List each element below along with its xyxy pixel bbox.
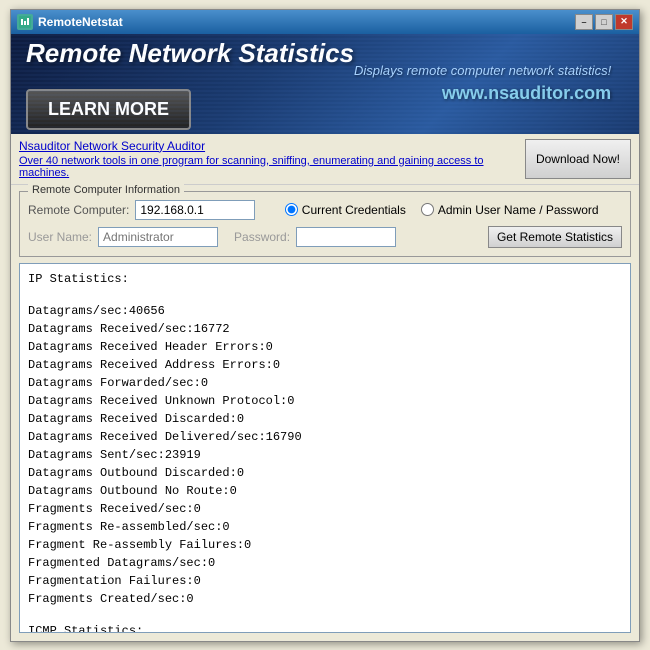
toolbar-area: Nsauditor Network Security Auditor Over … bbox=[11, 134, 639, 185]
stats-line: Fragment Re-assembly Failures:0 bbox=[28, 536, 622, 554]
admin-credentials-text: Admin User Name / Password bbox=[438, 203, 599, 217]
current-credentials-label[interactable]: Current Credentials bbox=[285, 203, 406, 217]
stats-line: Datagrams Sent/sec:23919 bbox=[28, 446, 622, 464]
current-credentials-text: Current Credentials bbox=[302, 203, 406, 217]
admin-credentials-label[interactable]: Admin User Name / Password bbox=[421, 203, 599, 217]
statistics-output[interactable]: IP Statistics:Datagrams/sec:40656Datagra… bbox=[19, 263, 631, 633]
content-area: Remote Computer Information Remote Compu… bbox=[11, 191, 639, 633]
admin-credentials-radio[interactable] bbox=[421, 203, 434, 216]
stats-line: Datagrams Outbound No Route:0 bbox=[28, 482, 622, 500]
remote-computer-label: Remote Computer: bbox=[28, 203, 129, 217]
stats-line: Datagrams Forwarded/sec:0 bbox=[28, 374, 622, 392]
stats-line: Datagrams Outbound Discarded:0 bbox=[28, 464, 622, 482]
stats-line: Fragments Created/sec:0 bbox=[28, 590, 622, 608]
stats-line: Datagrams Received Delivered/sec:16790 bbox=[28, 428, 622, 446]
toolbar-links: Nsauditor Network Security Auditor Over … bbox=[19, 139, 515, 179]
credentials-radio-group: Current Credentials Admin User Name / Pa… bbox=[261, 203, 622, 217]
banner-background bbox=[11, 34, 639, 134]
current-credentials-radio[interactable] bbox=[285, 203, 298, 216]
minimize-button[interactable]: – bbox=[575, 14, 593, 30]
password-label: Password: bbox=[234, 230, 290, 244]
get-remote-statistics-button[interactable]: Get Remote Statistics bbox=[488, 226, 622, 248]
banner: Remote Network Statistics LEARN MORE Dis… bbox=[11, 34, 639, 134]
stats-line: Fragmentation Failures:0 bbox=[28, 572, 622, 590]
stats-line: IP Statistics: bbox=[28, 270, 622, 288]
download-now-button[interactable]: Download Now! bbox=[525, 139, 631, 179]
password-input[interactable] bbox=[296, 227, 396, 247]
stats-line: ICMP Statistics: bbox=[28, 622, 622, 633]
window-title: RemoteNetstat bbox=[38, 15, 123, 29]
remote-computer-row: Remote Computer: Current Credentials Adm… bbox=[28, 200, 622, 220]
close-button[interactable]: ✕ bbox=[615, 14, 633, 30]
title-bar-left: RemoteNetstat bbox=[17, 14, 123, 30]
username-input[interactable] bbox=[98, 227, 218, 247]
stats-line: Fragmented Datagrams/sec:0 bbox=[28, 554, 622, 572]
username-label: User Name: bbox=[28, 230, 92, 244]
maximize-button[interactable]: □ bbox=[595, 14, 613, 30]
stats-line: Datagrams Received Unknown Protocol:0 bbox=[28, 392, 622, 410]
remote-computer-group: Remote Computer Information Remote Compu… bbox=[19, 191, 631, 257]
stats-line: Datagrams/sec:40656 bbox=[28, 302, 622, 320]
title-bar-controls: – □ ✕ bbox=[575, 14, 633, 30]
group-box-legend: Remote Computer Information bbox=[28, 184, 184, 196]
stats-line: Datagrams Received/sec:16772 bbox=[28, 320, 622, 338]
stats-line: Datagrams Received Address Errors:0 bbox=[28, 356, 622, 374]
title-bar: RemoteNetstat – □ ✕ bbox=[11, 10, 639, 34]
remote-computer-input[interactable] bbox=[135, 200, 255, 220]
stats-line: Datagrams Received Header Errors:0 bbox=[28, 338, 622, 356]
main-window: RemoteNetstat – □ ✕ Remote Network Stati… bbox=[10, 9, 640, 642]
stats-line bbox=[28, 288, 622, 302]
nsauditor-link[interactable]: Nsauditor Network Security Auditor bbox=[19, 139, 515, 153]
stats-line: Datagrams Received Discarded:0 bbox=[28, 410, 622, 428]
app-icon bbox=[17, 14, 33, 30]
stats-line bbox=[28, 608, 622, 622]
description-link[interactable]: Over 40 network tools in one program for… bbox=[19, 155, 515, 179]
stats-line: Fragments Received/sec:0 bbox=[28, 500, 622, 518]
second-form-row: User Name: Password: Get Remote Statisti… bbox=[28, 226, 622, 248]
stats-line: Fragments Re-assembled/sec:0 bbox=[28, 518, 622, 536]
